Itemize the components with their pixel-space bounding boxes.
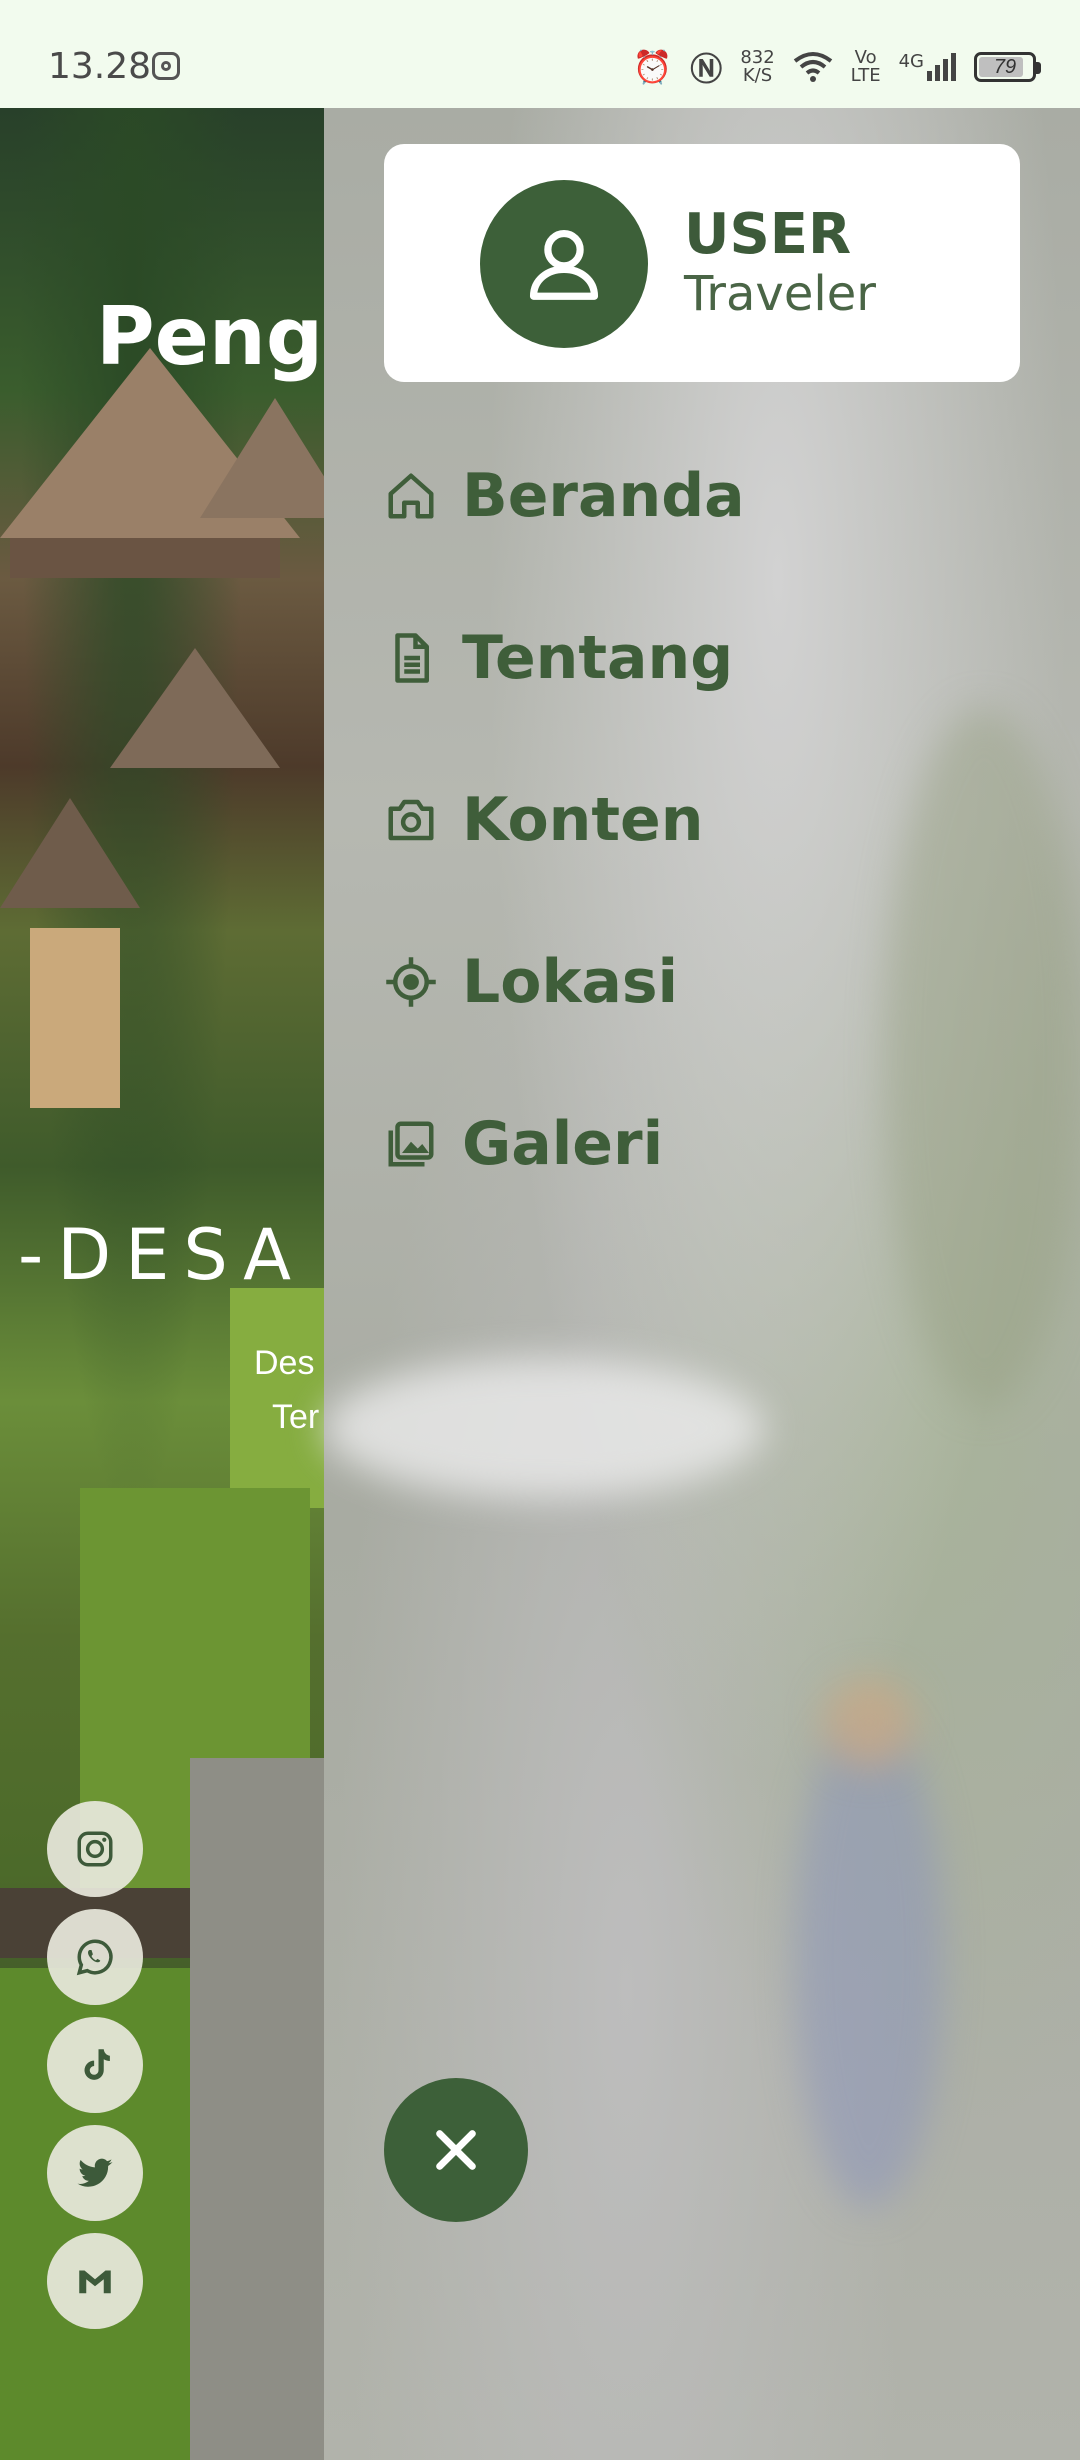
network-speed-unit: K/S — [742, 65, 773, 86]
signal-icon: 4G — [899, 53, 956, 81]
menu-item-label: Konten — [462, 785, 704, 855]
tiktok-icon — [84, 2049, 110, 2080]
location-target-icon — [386, 957, 436, 1007]
hero-scene-roof — [110, 648, 280, 768]
volte-indicator: Vo LTE — [851, 49, 881, 85]
hero-scene-wall — [10, 538, 280, 578]
network-type: 4G — [898, 51, 924, 72]
instagram-icon — [77, 1831, 113, 1867]
battery-percent: 79 — [993, 55, 1017, 78]
drawer-backdrop-blur — [794, 1708, 944, 2208]
hero-description-line: Ter — [272, 1398, 320, 1436]
hero-background: Pengh -DESA Des Ter — [0, 108, 330, 2460]
user-name: USER — [684, 202, 852, 267]
avatar — [480, 180, 648, 348]
user-profile-card[interactable]: USER Traveler — [384, 144, 1020, 382]
menu-item-lokasi[interactable]: Lokasi — [384, 932, 678, 1032]
twitter-icon — [77, 2158, 113, 2187]
menu-item-label: Tentang — [462, 623, 734, 693]
nfc-icon: Ⓝ — [690, 50, 723, 88]
document-icon — [395, 633, 429, 683]
twitter-button[interactable] — [47, 2125, 143, 2221]
whatsapp-button[interactable] — [47, 1909, 143, 2005]
home-icon — [388, 473, 434, 519]
hero-description-line: Des — [254, 1344, 315, 1382]
hero-scene-wall — [30, 928, 120, 1108]
gmail-icon — [79, 2270, 111, 2294]
battery-icon: 79 — [974, 52, 1041, 82]
status-icons: ⏰ Ⓝ 832 K/S Vo LTE 4G 79 — [632, 44, 1041, 90]
menu-item-tentang[interactable]: Tentang — [384, 608, 733, 708]
gmail-button[interactable] — [47, 2233, 143, 2329]
close-drawer-button[interactable] — [384, 2078, 528, 2222]
whatsapp-icon — [76, 1939, 113, 1976]
volte-bottom: LTE — [850, 65, 881, 86]
instagram-notification-icon — [152, 52, 180, 80]
instagram-button[interactable] — [47, 1801, 143, 1897]
menu-item-label: Beranda — [462, 461, 745, 531]
menu-item-beranda[interactable]: Beranda — [384, 446, 745, 546]
status-time: 13.28 — [48, 46, 152, 87]
tiktok-button[interactable] — [47, 2017, 143, 2113]
hero-scene-path — [190, 1758, 330, 2460]
status-bar: 13.28 ⏰ Ⓝ 832 K/S Vo LTE 4G 79 — [0, 0, 1080, 108]
menu-item-label: Galeri — [462, 1109, 664, 1179]
wifi-icon — [793, 52, 832, 82]
drawer-backdrop-blur — [824, 1678, 914, 1768]
navigation-drawer: USER Traveler Beranda Tentang Konten Lok… — [324, 108, 1080, 2460]
drawer-backdrop-blur — [324, 1358, 764, 1498]
drawer-backdrop-blur — [884, 708, 1080, 1408]
network-speed: 832 K/S — [740, 49, 774, 85]
hero-subtitle: -DESA — [18, 1214, 306, 1296]
gallery-icon — [388, 1121, 434, 1167]
hero-scene-roof — [0, 798, 140, 908]
menu-item-galeri[interactable]: Galeri — [384, 1094, 663, 1194]
user-icon — [529, 229, 599, 300]
camera-icon — [388, 799, 434, 841]
alarm-icon: ⏰ — [632, 48, 673, 86]
hero-title: Pengh — [96, 290, 330, 383]
user-role: Traveler — [684, 266, 876, 322]
menu-item-label: Lokasi — [462, 947, 679, 1017]
menu-item-konten[interactable]: Konten — [384, 770, 703, 870]
close-icon — [436, 2130, 476, 2170]
